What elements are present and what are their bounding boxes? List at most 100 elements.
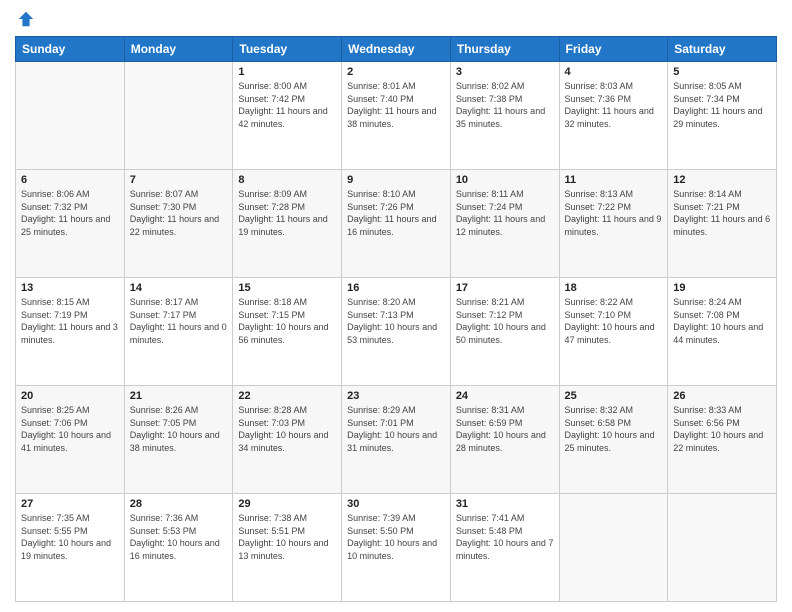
day-info: Sunrise: 8:22 AMSunset: 7:10 PMDaylight:… (565, 296, 663, 346)
calendar-cell: 11 Sunrise: 8:13 AMSunset: 7:22 PMDayligh… (559, 170, 668, 278)
day-info: Sunrise: 8:02 AMSunset: 7:38 PMDaylight:… (456, 80, 554, 130)
calendar-cell (16, 62, 125, 170)
calendar-cell: 10Sunrise: 8:11 AMSunset: 7:24 PMDayligh… (450, 170, 559, 278)
day-number: 20 (21, 390, 119, 402)
day-number: 12 (673, 174, 771, 186)
day-header-monday: Monday (124, 37, 233, 62)
calendar-cell (124, 62, 233, 170)
day-header-wednesday: Wednesday (342, 37, 451, 62)
day-number: 17 (456, 282, 554, 294)
calendar-cell: 5 Sunrise: 8:05 AMSunset: 7:34 PMDaylight… (668, 62, 777, 170)
day-info: Sunrise: 8:13 AMSunset: 7:22 PMDaylight:… (565, 188, 663, 238)
day-info: Sunrise: 8:10 AMSunset: 7:26 PMDaylight:… (347, 188, 445, 238)
day-number: 24 (456, 390, 554, 402)
day-number: 7 (130, 174, 228, 186)
calendar-cell: 24 Sunrise: 8:31 AMSunset: 6:59 PMDayligh… (450, 386, 559, 494)
header (15, 10, 777, 28)
day-header-friday: Friday (559, 37, 668, 62)
day-number: 28 (130, 498, 228, 510)
calendar-cell: 28 Sunrise: 7:36 AMSunset: 5:53 PMDayligh… (124, 494, 233, 602)
day-info: Sunrise: 8:29 AMSunset: 7:01 PMDaylight:… (347, 404, 445, 454)
day-number: 9 (347, 174, 445, 186)
day-number: 14 (130, 282, 228, 294)
day-number: 11 (565, 174, 663, 186)
calendar-cell: 7Sunrise: 8:07 AMSunset: 7:30 PMDaylight… (124, 170, 233, 278)
day-number: 16 (347, 282, 445, 294)
calendar-page: SundayMondayTuesdayWednesdayThursdayFrid… (0, 0, 792, 612)
week-row-3: 13 Sunrise: 8:15 AMSunset: 7:19 PMDayligh… (16, 278, 777, 386)
day-number: 27 (21, 498, 119, 510)
calendar-cell: 9 Sunrise: 8:10 AMSunset: 7:26 PMDaylight… (342, 170, 451, 278)
day-info: Sunrise: 7:35 AMSunset: 5:55 PMDaylight:… (21, 512, 119, 562)
day-info: Sunrise: 8:21 AMSunset: 7:12 PMDaylight:… (456, 296, 554, 346)
calendar-cell: 4 Sunrise: 8:03 AMSunset: 7:36 PMDaylight… (559, 62, 668, 170)
calendar-cell: 6 Sunrise: 8:06 AMSunset: 7:32 PMDaylight… (16, 170, 125, 278)
day-info: Sunrise: 8:25 AMSunset: 7:06 PMDaylight:… (21, 404, 119, 454)
day-number: 3 (456, 66, 554, 78)
day-number: 4 (565, 66, 663, 78)
calendar-cell: 18Sunrise: 8:22 AMSunset: 7:10 PMDayligh… (559, 278, 668, 386)
day-info: Sunrise: 8:15 AMSunset: 7:19 PMDaylight:… (21, 296, 119, 346)
day-info: Sunrise: 7:41 AMSunset: 5:48 PMDaylight:… (456, 512, 554, 562)
week-row-4: 20 Sunrise: 8:25 AMSunset: 7:06 PMDayligh… (16, 386, 777, 494)
day-number: 2 (347, 66, 445, 78)
calendar-cell: 17 Sunrise: 8:21 AMSunset: 7:12 PMDayligh… (450, 278, 559, 386)
week-row-5: 27 Sunrise: 7:35 AMSunset: 5:55 PMDayligh… (16, 494, 777, 602)
day-info: Sunrise: 8:11 AMSunset: 7:24 PMDaylight:… (456, 188, 554, 238)
day-info: Sunrise: 8:31 AMSunset: 6:59 PMDaylight:… (456, 404, 554, 454)
day-info: Sunrise: 7:36 AMSunset: 5:53 PMDaylight:… (130, 512, 228, 562)
day-header-saturday: Saturday (668, 37, 777, 62)
day-info: Sunrise: 8:33 AMSunset: 6:56 PMDaylight:… (673, 404, 771, 454)
day-number: 15 (238, 282, 336, 294)
calendar-cell: 26 Sunrise: 8:33 AMSunset: 6:56 PMDayligh… (668, 386, 777, 494)
day-info: Sunrise: 8:28 AMSunset: 7:03 PMDaylight:… (238, 404, 336, 454)
day-number: 23 (347, 390, 445, 402)
day-info: Sunrise: 8:00 AMSunset: 7:42 PMDaylight:… (238, 80, 336, 130)
calendar-cell (559, 494, 668, 602)
day-number: 5 (673, 66, 771, 78)
calendar-cell: 12 Sunrise: 8:14 AMSunset: 7:21 PMDayligh… (668, 170, 777, 278)
calendar-cell: 25Sunrise: 8:32 AMSunset: 6:58 PMDayligh… (559, 386, 668, 494)
day-number: 13 (21, 282, 119, 294)
calendar-table: SundayMondayTuesdayWednesdayThursdayFrid… (15, 36, 777, 602)
day-info: Sunrise: 8:20 AMSunset: 7:13 PMDaylight:… (347, 296, 445, 346)
calendar-cell: 13 Sunrise: 8:15 AMSunset: 7:19 PMDayligh… (16, 278, 125, 386)
day-header-thursday: Thursday (450, 37, 559, 62)
day-info: Sunrise: 8:24 AMSunset: 7:08 PMDaylight:… (673, 296, 771, 346)
calendar-cell: 21 Sunrise: 8:26 AMSunset: 7:05 PMDayligh… (124, 386, 233, 494)
week-row-1: 1 Sunrise: 8:00 AMSunset: 7:42 PMDaylight… (16, 62, 777, 170)
day-info: Sunrise: 8:06 AMSunset: 7:32 PMDaylight:… (21, 188, 119, 238)
logo-icon (17, 10, 35, 28)
day-info: Sunrise: 8:18 AMSunset: 7:15 PMDaylight:… (238, 296, 336, 346)
calendar-cell: 23 Sunrise: 8:29 AMSunset: 7:01 PMDayligh… (342, 386, 451, 494)
calendar-cell: 22Sunrise: 8:28 AMSunset: 7:03 PMDayligh… (233, 386, 342, 494)
week-row-2: 6 Sunrise: 8:06 AMSunset: 7:32 PMDaylight… (16, 170, 777, 278)
day-number: 25 (565, 390, 663, 402)
day-header-tuesday: Tuesday (233, 37, 342, 62)
calendar-cell (668, 494, 777, 602)
day-info: Sunrise: 7:39 AMSunset: 5:50 PMDaylight:… (347, 512, 445, 562)
day-number: 21 (130, 390, 228, 402)
calendar-cell: 30 Sunrise: 7:39 AMSunset: 5:50 PMDayligh… (342, 494, 451, 602)
day-number: 29 (238, 498, 336, 510)
day-header-sunday: Sunday (16, 37, 125, 62)
day-number: 6 (21, 174, 119, 186)
day-number: 1 (238, 66, 336, 78)
day-info: Sunrise: 8:09 AMSunset: 7:28 PMDaylight:… (238, 188, 336, 238)
day-info: Sunrise: 8:14 AMSunset: 7:21 PMDaylight:… (673, 188, 771, 238)
day-info: Sunrise: 8:05 AMSunset: 7:34 PMDaylight:… (673, 80, 771, 130)
calendar-cell: 1 Sunrise: 8:00 AMSunset: 7:42 PMDaylight… (233, 62, 342, 170)
day-number: 31 (456, 498, 554, 510)
calendar-cell: 19 Sunrise: 8:24 AMSunset: 7:08 PMDayligh… (668, 278, 777, 386)
day-info: Sunrise: 8:01 AMSunset: 7:40 PMDaylight:… (347, 80, 445, 130)
day-info: Sunrise: 8:03 AMSunset: 7:36 PMDaylight:… (565, 80, 663, 130)
calendar-cell: 20 Sunrise: 8:25 AMSunset: 7:06 PMDayligh… (16, 386, 125, 494)
calendar-cell: 29 Sunrise: 7:38 AMSunset: 5:51 PMDayligh… (233, 494, 342, 602)
day-number: 30 (347, 498, 445, 510)
day-info: Sunrise: 8:26 AMSunset: 7:05 PMDaylight:… (130, 404, 228, 454)
calendar-cell: 16 Sunrise: 8:20 AMSunset: 7:13 PMDayligh… (342, 278, 451, 386)
calendar-cell: 2 Sunrise: 8:01 AMSunset: 7:40 PMDaylight… (342, 62, 451, 170)
day-number: 19 (673, 282, 771, 294)
day-info: Sunrise: 7:38 AMSunset: 5:51 PMDaylight:… (238, 512, 336, 562)
day-number: 26 (673, 390, 771, 402)
